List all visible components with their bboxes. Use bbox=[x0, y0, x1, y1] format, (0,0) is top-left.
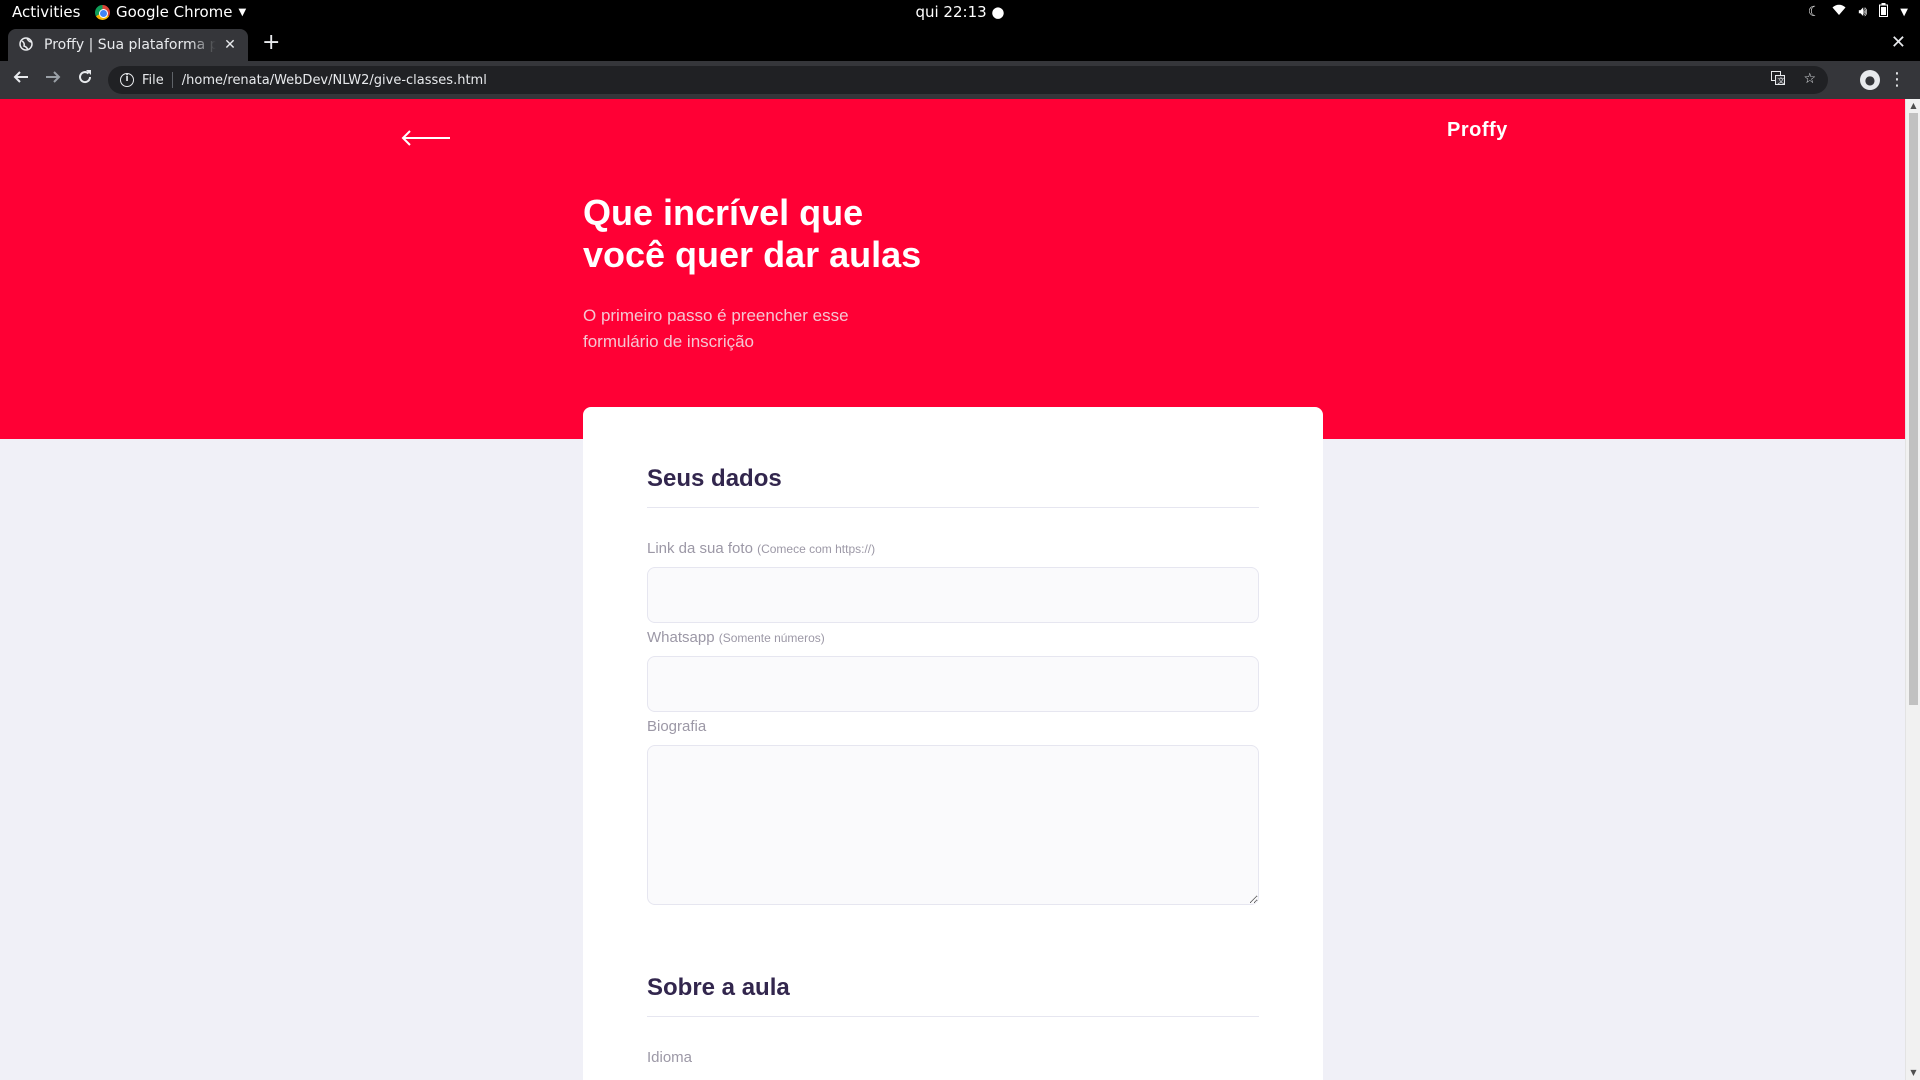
url-text[interactable]: /home/renata/WebDev/NLW2/give-classes.ht… bbox=[182, 73, 487, 88]
clock-container: qui 22:13 ● bbox=[0, 3, 1920, 21]
info-icon[interactable]: i bbox=[120, 73, 134, 87]
photo-url-input[interactable] bbox=[647, 567, 1259, 623]
back-arrow-icon[interactable] bbox=[400, 127, 452, 149]
page-subtitle-line-1: O primeiro passo é preencher esse bbox=[583, 306, 849, 325]
photo-hint: (Comece com https://) bbox=[757, 542, 876, 556]
night-light-icon: ☾ bbox=[1807, 4, 1821, 20]
status-caret-icon: ▼ bbox=[1900, 6, 1908, 18]
register-form: Seus dados Link da sua foto (Comece com … bbox=[583, 407, 1323, 1080]
account-icon[interactable]: ● bbox=[1860, 70, 1880, 90]
scrollbar-thumb[interactable] bbox=[1909, 113, 1918, 705]
scheme-label: File bbox=[142, 72, 164, 88]
bio-field-label: Biografia bbox=[647, 718, 707, 735]
whatsapp-label-text: Whatsapp bbox=[647, 629, 715, 646]
wifi-icon bbox=[1832, 4, 1846, 20]
section-title-sobre-a-aula: Sobre a aula bbox=[647, 974, 1259, 1017]
proffy-logo[interactable]: Proffy bbox=[1447, 119, 1508, 142]
tab-strip: Proffy | Sua plataforma par ✕ bbox=[0, 25, 1920, 61]
system-top-bar: Activities Google Chrome ▼ qui 22:13 ● ☾… bbox=[0, 0, 1920, 25]
reload-icon[interactable] bbox=[74, 69, 96, 90]
photo-field-label: Link da sua foto (Comece com https://) bbox=[647, 540, 875, 557]
whatsapp-field-label: Whatsapp (Somente números) bbox=[647, 629, 825, 646]
bio-textarea[interactable] bbox=[647, 745, 1259, 905]
whatsapp-hint: (Somente números) bbox=[718, 631, 825, 645]
new-tab-button[interactable]: + bbox=[262, 32, 280, 54]
globe-icon bbox=[18, 37, 34, 53]
clock[interactable]: qui 22:13 ● bbox=[915, 3, 1004, 21]
page-header: Proffy Que incrível que você quer dar au… bbox=[0, 99, 1905, 439]
window-close-icon[interactable]: ✕ bbox=[1891, 32, 1906, 53]
page-viewport: Proffy Que incrível que você quer dar au… bbox=[0, 99, 1920, 1080]
kebab-menu-icon[interactable]: ⋮ bbox=[1888, 69, 1906, 90]
battery-icon bbox=[1879, 3, 1889, 21]
address-bar[interactable]: i File /home/renata/WebDev/NLW2/give-cla… bbox=[108, 66, 1828, 94]
tab-close-icon[interactable]: ✕ bbox=[222, 37, 238, 53]
status-area[interactable]: ☾ 🔊︎ ▼ bbox=[1808, 3, 1908, 21]
omnibox-divider bbox=[171, 72, 173, 88]
app-menu[interactable]: Google Chrome ▼ bbox=[95, 3, 246, 21]
photo-label-text: Link da sua foto bbox=[647, 540, 753, 557]
page-title-line-1: Que incrível que bbox=[583, 192, 864, 233]
tab-title: Proffy | Sua plataforma par bbox=[44, 37, 216, 53]
chrome-logo-icon bbox=[95, 4, 110, 20]
browser-toolbar: i File /home/renata/WebDev/NLW2/give-cla… bbox=[0, 61, 1920, 99]
forward-arrow-icon[interactable] bbox=[42, 69, 64, 90]
page-subtitle-line-2: formulário de inscrição bbox=[583, 332, 755, 351]
subject-field-label: Idioma bbox=[647, 1049, 693, 1066]
page-scrollbar[interactable]: ▲ ▼ bbox=[1905, 99, 1920, 1080]
back-arrow-icon[interactable] bbox=[10, 69, 32, 90]
app-name: Google Chrome bbox=[116, 3, 233, 21]
caret-down-icon: ▼ bbox=[238, 6, 247, 18]
section-title-seus-dados: Seus dados bbox=[647, 465, 1259, 508]
whatsapp-input[interactable] bbox=[647, 656, 1259, 712]
activities-button[interactable]: Activities bbox=[12, 3, 80, 21]
page-title-line-2: você quer dar aulas bbox=[583, 234, 922, 275]
svg-text:文: 文 bbox=[1778, 76, 1785, 85]
volume-icon: 🔊︎ bbox=[1858, 4, 1868, 20]
scroll-down-icon[interactable]: ▼ bbox=[1906, 1066, 1920, 1080]
translate-icon[interactable]: 文 bbox=[1771, 71, 1786, 89]
page-title: Que incrível que você quer dar aulas bbox=[583, 192, 1003, 276]
tab-proffy[interactable]: Proffy | Sua plataforma par ✕ bbox=[8, 29, 248, 61]
page-subtitle: O primeiro passo é preencher esse formul… bbox=[583, 303, 903, 355]
bookmark-star-icon[interactable]: ☆ bbox=[1803, 71, 1816, 89]
scroll-up-icon[interactable]: ▲ bbox=[1906, 99, 1920, 113]
